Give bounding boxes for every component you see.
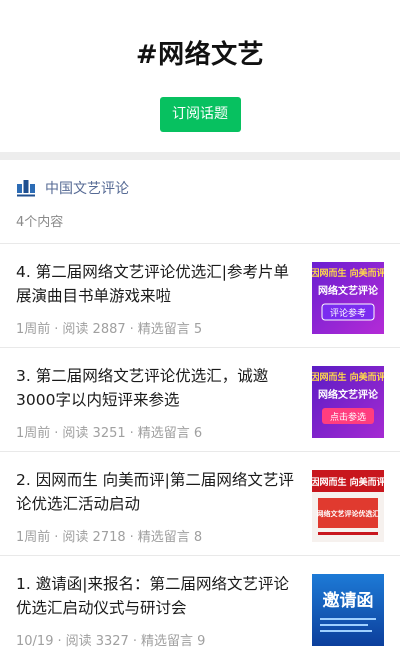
article-reads: 阅读 2718: [62, 530, 126, 545]
thumb-line1: 因网而生 向美而评: [312, 267, 384, 279]
article-item[interactable]: 2. 因网而生 向美而评|第二届网络文艺评论优选汇活动启动 1周前 · 阅读 271…: [0, 452, 400, 556]
article-comments: 精选留言 8: [137, 530, 203, 545]
thumb-line1: 因网而生 向美而评: [312, 371, 384, 383]
account-name[interactable]: 中国文艺评论: [45, 178, 129, 198]
article-time: 1周前: [16, 322, 51, 337]
article-thumbnail[interactable]: 因网而生 向美而评 网络文艺评论 评论参考: [312, 262, 384, 334]
article-comments: 精选留言 9: [140, 634, 206, 649]
article-thumbnail[interactable]: 因网而生 向美而评 网络文艺评论优选汇: [312, 470, 384, 542]
thumb-line2: 网络文艺评论优选汇: [317, 509, 380, 518]
account-logo-icon: [17, 180, 35, 197]
thumb-line3: 点击参选: [330, 411, 366, 423]
article-reads: 阅读 3327: [65, 634, 129, 649]
article-meta: 1周前 · 阅读 2718 · 精选留言 8: [16, 530, 203, 545]
article-thumbnail[interactable]: 因网而生 向美而评 网络文艺评论 点击参选: [312, 366, 384, 438]
article-item[interactable]: 3. 第二届网络文艺评论优选汇，诚邀3000字以内短评来参选 1周前 · 阅读 32…: [0, 348, 400, 452]
account-block[interactable]: 中国文艺评论 4个内容: [0, 160, 400, 244]
thumb-line1: 因网而生 向美而评: [312, 476, 384, 488]
topic-header: #网络文艺 订阅话题: [0, 0, 400, 152]
thumb-line2: 网络文艺评论: [318, 284, 379, 297]
section-divider: [0, 152, 400, 160]
article-meta: 1周前 · 阅读 2887 · 精选留言 5: [16, 322, 203, 337]
article-title[interactable]: 2. 因网而生 向美而评|第二届网络文艺评论优选汇活动启动: [16, 468, 300, 516]
topic-title: #网络文艺: [135, 40, 265, 70]
article-meta: 1周前 · 阅读 3251 · 精选留言 6: [16, 426, 203, 441]
article-reads: 阅读 3251: [62, 426, 126, 441]
article-comments: 精选留言 5: [137, 322, 203, 337]
article-item[interactable]: 1. 邀请函|来报名：第二届网络文艺评论优选汇启动仪式与研讨会 10/19 · 阅读…: [0, 556, 400, 660]
article-time: 1周前: [16, 530, 51, 545]
article-title[interactable]: 3. 第二届网络文艺评论优选汇，诚邀3000字以内短评来参选: [16, 364, 300, 412]
article-item[interactable]: 4. 第二届网络文艺评论优选汇|参考片单展演曲目书单游戏来啦 1周前 · 阅读 28…: [0, 244, 400, 348]
article-reads: 阅读 2887: [62, 322, 126, 337]
article-list: 4. 第二届网络文艺评论优选汇|参考片单展演曲目书单游戏来啦 1周前 · 阅读 28…: [0, 244, 400, 660]
thumb-line2: 网络文艺评论: [318, 388, 379, 401]
article-meta: 10/19 · 阅读 3327 · 精选留言 9: [16, 634, 206, 649]
article-title[interactable]: 1. 邀请函|来报名：第二届网络文艺评论优选汇启动仪式与研讨会: [16, 572, 300, 620]
content-count: 4个内容: [16, 215, 64, 230]
article-thumbnail[interactable]: 邀请函: [312, 574, 384, 646]
article-time: 10/19: [16, 634, 54, 649]
article-comments: 精选留言 6: [137, 426, 203, 441]
thumb-line1: 邀请函: [323, 590, 374, 611]
article-title[interactable]: 4. 第二届网络文艺评论优选汇|参考片单展演曲目书单游戏来啦: [16, 260, 300, 308]
article-time: 1周前: [16, 426, 51, 441]
thumb-line3: 评论参考: [330, 307, 366, 319]
subscribe-topic-button[interactable]: 订阅话题: [159, 97, 241, 132]
